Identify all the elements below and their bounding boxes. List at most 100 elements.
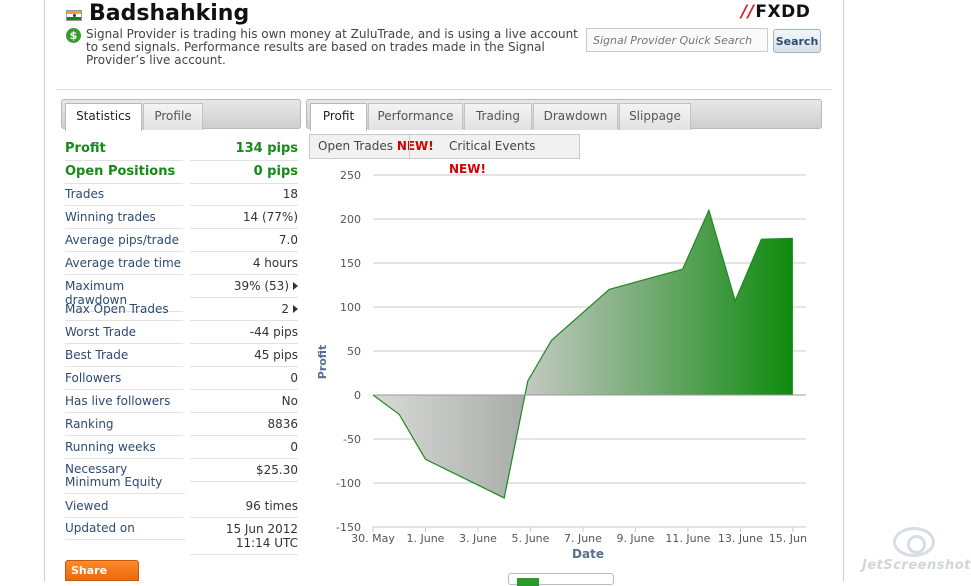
expand-arrow-icon[interactable] bbox=[293, 305, 298, 313]
stat-row: Followers 0 bbox=[63, 367, 301, 390]
stat-value: 96 times bbox=[190, 499, 298, 518]
stat-value-text: 15 Jun 2012 11:14 UTC bbox=[225, 522, 298, 550]
stat-value: 45 pips bbox=[190, 348, 298, 367]
y-tick-label: 50 bbox=[347, 345, 361, 358]
stat-value: 2 bbox=[190, 302, 298, 321]
data-point[interactable] bbox=[398, 413, 401, 416]
stat-label: Running weeks bbox=[65, 440, 183, 459]
right-tabbar: Profit Performance Trading Drawdown Slip… bbox=[306, 99, 822, 131]
expand-arrow-icon[interactable] bbox=[293, 282, 298, 290]
stat-row: Viewed 96 times bbox=[63, 495, 301, 518]
x-tick-label: 15. Jun bbox=[769, 532, 807, 545]
stat-label: Trades bbox=[65, 187, 183, 206]
stat-row: Updated on 15 Jun 2012 11:14 UTC bbox=[63, 518, 301, 555]
tab-profile[interactable]: Profile bbox=[143, 103, 203, 130]
tab-trading[interactable]: Trading bbox=[464, 103, 532, 130]
y-tick-label: 0 bbox=[354, 389, 361, 402]
data-point[interactable] bbox=[526, 379, 529, 382]
stat-value-text: 4 hours bbox=[252, 256, 298, 270]
stat-value: 0 bbox=[190, 371, 298, 390]
x-axis-label: Date bbox=[572, 547, 604, 561]
stat-label: Open Positions bbox=[65, 164, 183, 184]
provider-description: Signal Provider is trading his own money… bbox=[86, 27, 578, 67]
stat-value-text: $25.30 bbox=[256, 463, 298, 477]
profit-chart: -150-100-50050100150200250 30. May 1. Jun… bbox=[316, 169, 807, 561]
divider bbox=[409, 135, 410, 158]
watermark-text: JetScreenshot bbox=[862, 558, 971, 573]
y-tick-label: -50 bbox=[343, 433, 361, 446]
stat-value-text: No bbox=[281, 394, 298, 408]
y-tick-label: 250 bbox=[340, 169, 361, 182]
stat-value: 0 pips bbox=[190, 164, 298, 184]
stat-row: Trades 18 bbox=[63, 183, 301, 206]
stat-value: 18 bbox=[190, 187, 298, 206]
stat-row[interactable]: Maximum drawdown 39% (53) bbox=[63, 275, 301, 312]
positive-area bbox=[524, 210, 793, 395]
stat-value-text: 18 bbox=[282, 187, 298, 201]
stat-value-text: 96 times bbox=[245, 499, 298, 513]
statistics-table: Profit 134 pips Open Positions 0 pips Trades… bbox=[63, 137, 301, 555]
left-tabbar: Statistics Profile bbox=[61, 99, 301, 131]
stat-value-text: 0 bbox=[290, 440, 298, 454]
stat-label: Average trade time bbox=[65, 256, 183, 275]
subtab-label: Open Trades bbox=[318, 139, 393, 153]
tab-drawdown[interactable]: Drawdown bbox=[533, 103, 618, 130]
x-axis-ticks: 30. May 1. June 3. June 5. June 7. June 9. Ju… bbox=[351, 527, 807, 545]
stat-label: Followers bbox=[65, 371, 183, 390]
data-point[interactable] bbox=[608, 288, 611, 291]
subtab-critical-events[interactable]: Critical Events NEW! bbox=[441, 135, 579, 176]
tab-profit[interactable]: Profit bbox=[310, 103, 367, 131]
tab-performance[interactable]: Performance bbox=[368, 103, 463, 130]
stat-value: 14 (77%) bbox=[190, 210, 298, 229]
subtab-open-trades[interactable]: Open Trades NEW! bbox=[310, 135, 442, 158]
new-badge: NEW! bbox=[396, 139, 434, 153]
search-button[interactable]: Search bbox=[773, 29, 821, 53]
data-point[interactable] bbox=[681, 268, 684, 271]
share-button[interactable]: Share bbox=[65, 560, 139, 581]
india-flag-icon bbox=[66, 10, 82, 21]
data-point[interactable] bbox=[707, 209, 710, 212]
stat-label: Max Open Trades bbox=[65, 302, 183, 321]
watermark-logo-icon bbox=[893, 527, 935, 557]
stat-label: Profit bbox=[65, 141, 183, 161]
stat-label: Ranking bbox=[65, 417, 183, 436]
stat-value-text: 39% (53) bbox=[233, 279, 289, 293]
y-tick-label: 200 bbox=[340, 213, 361, 226]
stat-value-text: 0 bbox=[290, 371, 298, 385]
right-gutter bbox=[844, 0, 971, 581]
stat-value: -44 pips bbox=[190, 325, 298, 344]
search-input[interactable] bbox=[586, 28, 768, 52]
provider-name: Badshahking bbox=[89, 1, 250, 26]
stat-value: 134 pips bbox=[190, 141, 298, 161]
stat-label: Best Trade bbox=[65, 348, 183, 367]
stat-row: Average pips/trade 7.0 bbox=[63, 229, 301, 252]
stat-label: Average pips/trade bbox=[65, 233, 183, 252]
data-point[interactable] bbox=[791, 237, 794, 240]
stat-row: Ranking 8836 bbox=[63, 413, 301, 436]
tab-slippage[interactable]: Slippage bbox=[619, 103, 691, 130]
stat-value-text: 7.0 bbox=[278, 233, 298, 247]
stat-label: Winning trades bbox=[65, 210, 183, 229]
stat-label: Necessary Minimum Equity bbox=[65, 463, 185, 494]
stat-label: Viewed bbox=[65, 499, 183, 518]
data-point[interactable] bbox=[503, 496, 506, 499]
stat-row: Winning trades 14 (77%) bbox=[63, 206, 301, 229]
tab-statistics[interactable]: Statistics bbox=[65, 103, 142, 131]
chart-legend[interactable] bbox=[508, 573, 614, 586]
stat-value-text: 8836 bbox=[267, 417, 298, 431]
stat-value: 15 Jun 2012 11:14 UTC bbox=[190, 522, 298, 555]
stat-value-text: 2 bbox=[281, 302, 289, 316]
y-tick-label: 150 bbox=[340, 257, 361, 270]
data-point[interactable] bbox=[760, 238, 763, 241]
x-tick-label: 7. June bbox=[564, 532, 602, 545]
data-point[interactable] bbox=[424, 458, 427, 461]
broker-logo-text: FXDD bbox=[755, 2, 811, 22]
subtab-bar: Open Trades NEW! Critical Events NEW! bbox=[309, 134, 580, 176]
x-tick-label: 30. May bbox=[351, 532, 395, 545]
stat-row: Necessary Minimum Equity $25.30 bbox=[63, 459, 301, 495]
data-point[interactable] bbox=[734, 299, 737, 302]
stat-row: Open Positions 0 pips bbox=[63, 160, 301, 184]
dollar-icon: $ bbox=[66, 28, 81, 43]
stat-row[interactable]: Max Open Trades 2 bbox=[63, 298, 301, 321]
data-point[interactable] bbox=[550, 339, 553, 342]
